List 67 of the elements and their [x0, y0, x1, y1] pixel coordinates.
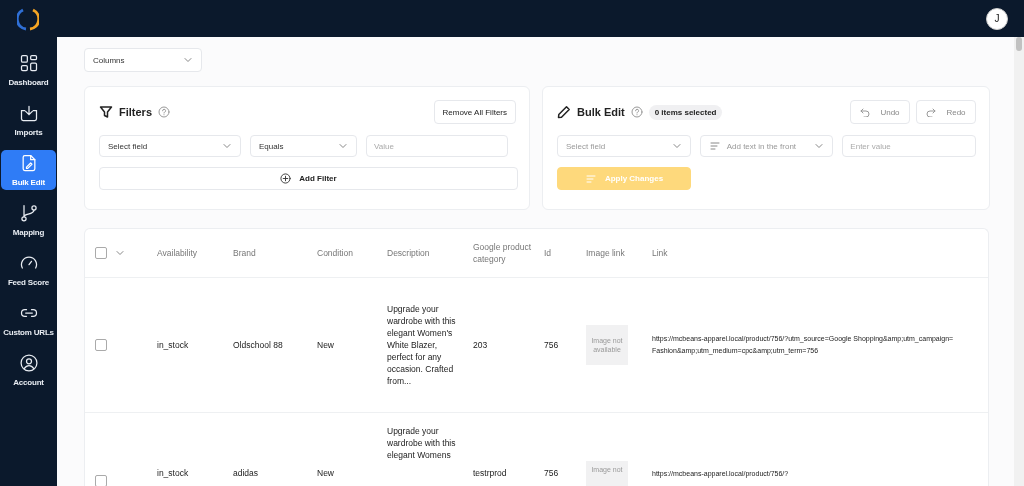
sidebar-item[interactable]: Custom URLs: [1, 300, 56, 340]
lines-icon: [708, 140, 721, 152]
table-cell: Oldschool 88: [233, 340, 283, 350]
caret-icon: [183, 55, 193, 65]
select-all-checkbox[interactable]: [95, 247, 107, 259]
input-field[interactable]: Enter value: [842, 135, 976, 157]
sidebar-item[interactable]: Feed Score: [1, 250, 56, 290]
table-cell: New: [317, 467, 334, 479]
caret-icon: [338, 141, 348, 151]
column-header[interactable]: Link: [652, 247, 668, 259]
table-cell: in_stock: [157, 340, 189, 350]
sidebar-item[interactable]: Bulk Edit: [1, 150, 56, 190]
table-cell: testrprod: [473, 467, 507, 479]
user-icon: [18, 353, 39, 373]
undo-button[interactable]: Undo: [850, 100, 910, 124]
action-dropdown[interactable]: Add text in the front: [699, 135, 834, 157]
columns-dropdown[interactable]: Columns: [84, 48, 202, 72]
plus-circle-icon: [280, 173, 292, 184]
table-cell: 756: [544, 467, 559, 479]
sidebar-item[interactable]: Mapping: [1, 200, 56, 240]
redo-icon: [926, 107, 937, 117]
table-cell-text: Upgrade your wardrobe with this elegant Womens: [387, 425, 457, 461]
column-header[interactable]: Description: [387, 247, 430, 259]
row-checkbox[interactable]: [95, 475, 107, 486]
field-dropdown[interactable]: Select field: [557, 135, 691, 157]
column-header[interactable]: Image link: [586, 247, 625, 259]
table-cell: in_stock: [157, 467, 189, 479]
sidebar-item[interactable]: Imports: [1, 100, 56, 140]
row-checkbox[interactable]: [95, 339, 107, 352]
table-cell: New: [317, 340, 334, 350]
help-icon: [158, 106, 170, 118]
card-title: Bulk Edit: [577, 106, 625, 118]
selection-count-badge: 0 items selected: [648, 104, 723, 120]
pencil-icon: [557, 105, 571, 119]
caret-icon: [814, 141, 825, 151]
table-cell: 756: [544, 340, 559, 350]
undo-icon: [860, 107, 871, 117]
apply-changes-button: Apply Changes: [557, 167, 691, 190]
lines-icon: [584, 172, 597, 185]
user-avatar[interactable]: J: [986, 7, 1008, 30]
column-header[interactable]: Brand: [233, 247, 256, 259]
branch-icon: [18, 203, 39, 223]
caret-icon: [671, 141, 682, 151]
table-cell: Upgrade your wardrobe with this elegant Women's White Blazer, perfect for any occasion. Crafted from...: [387, 304, 456, 386]
column-header[interactable]: Id: [544, 247, 552, 259]
remove-filters-button[interactable]: Remove All Filters: [433, 100, 516, 124]
sidebar-item[interactable]: Dashboard: [1, 50, 56, 90]
card-title: Filters: [119, 106, 152, 118]
redo-button[interactable]: Redo: [916, 100, 976, 124]
table-cell: 203: [473, 340, 488, 350]
grid-icon: [18, 53, 39, 73]
scrollbar[interactable]: [1014, 37, 1024, 486]
caret-icon: [115, 248, 125, 258]
field-dropdown[interactable]: Select field: [99, 135, 241, 157]
table-cell: adidas: [233, 467, 259, 479]
logo-icon: [17, 6, 39, 31]
add-filter-button[interactable]: Add Filter: [99, 167, 518, 190]
column-header[interactable]: Availability: [157, 247, 197, 259]
sidebar-item[interactable]: Account: [1, 350, 56, 390]
help-icon: [630, 106, 643, 118]
input-field[interactable]: Value: [366, 135, 508, 157]
tray-download-icon: [18, 103, 39, 123]
caret-icon: [222, 141, 232, 151]
operator-dropdown[interactable]: Equals: [250, 135, 357, 157]
funnel-icon: [99, 105, 113, 119]
column-header[interactable]: Condition: [317, 247, 353, 259]
column-header[interactable]: Google product category: [473, 241, 532, 265]
